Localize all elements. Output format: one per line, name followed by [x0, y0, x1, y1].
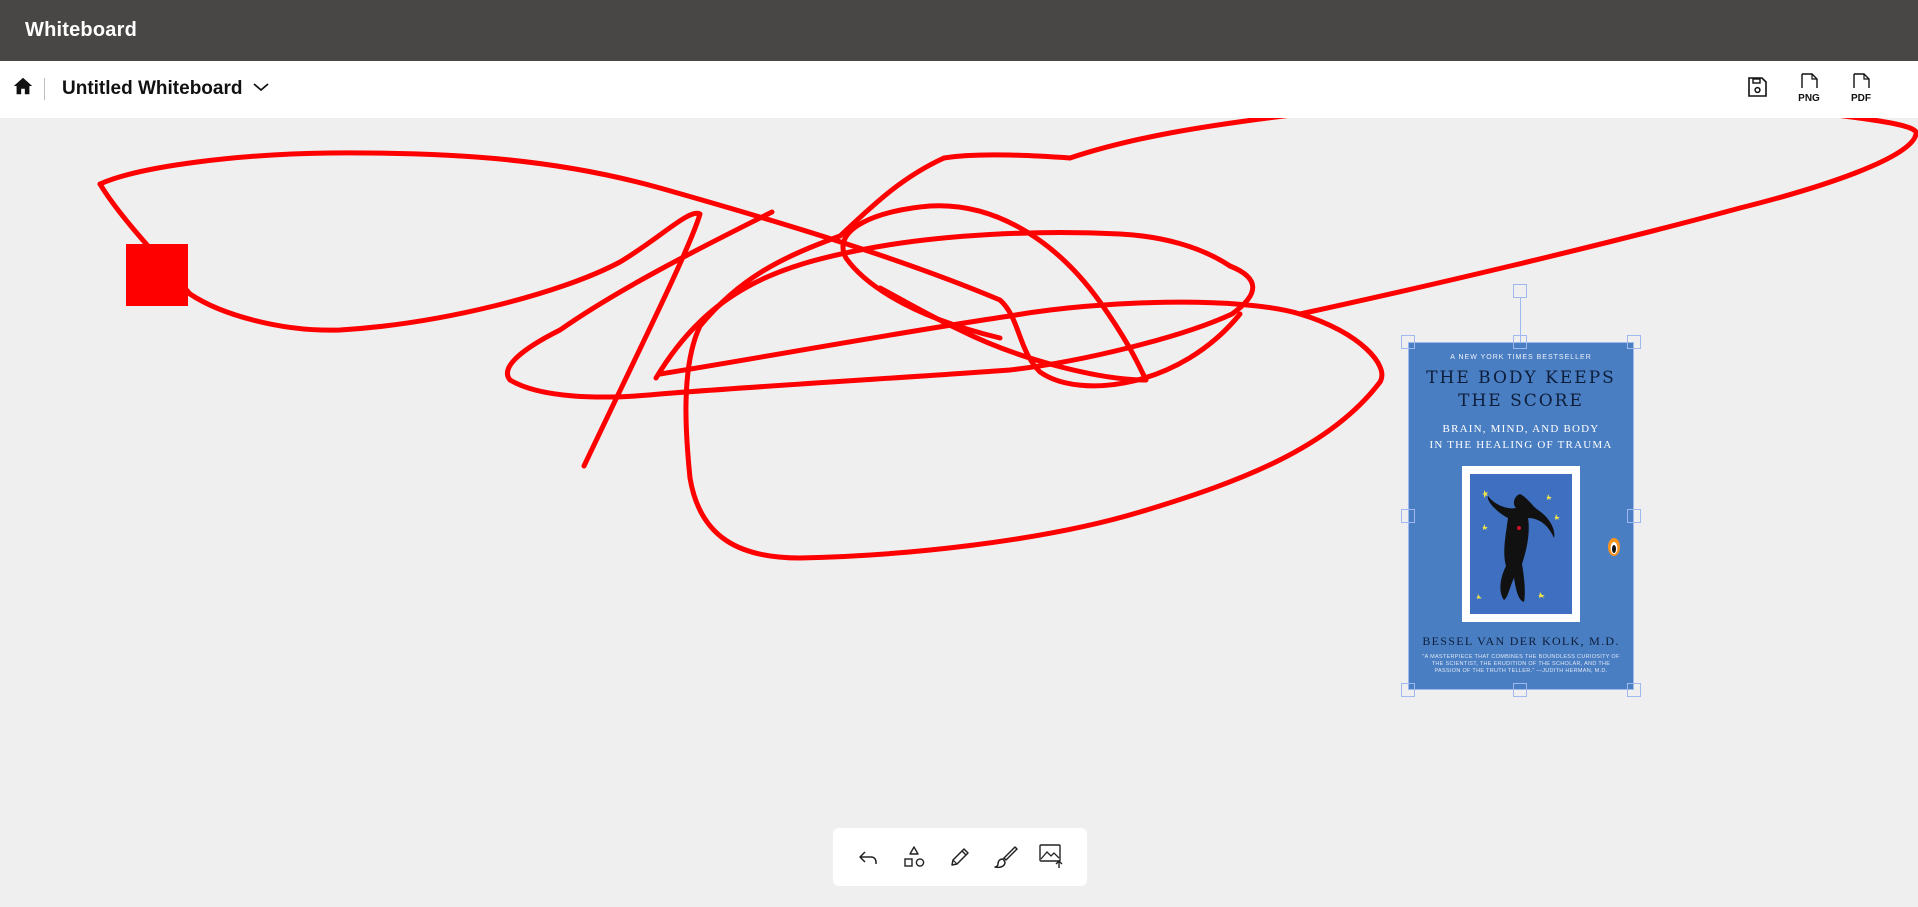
home-icon	[12, 75, 34, 102]
cover-artwork-panel	[1470, 474, 1572, 614]
shapes-icon	[904, 846, 925, 867]
book-cover-image[interactable]: A NEW YORK TIMES BESTSELLER THE BODY KEE…	[1408, 342, 1634, 690]
export-png-button[interactable]: PNG	[1794, 73, 1824, 105]
export-pdf-button[interactable]: PDF	[1846, 73, 1876, 105]
resize-handle-bottom[interactable]	[1513, 683, 1527, 697]
save-icon	[1745, 75, 1769, 104]
top-toolbar: Untitled Whiteboard PNG PDF	[0, 61, 1918, 118]
resize-handle-bottom-left[interactable]	[1401, 683, 1415, 697]
undo-icon	[859, 851, 877, 864]
publisher-logo	[1608, 538, 1620, 556]
png-label: PNG	[1798, 93, 1820, 104]
resize-handle-top-right[interactable]	[1627, 335, 1641, 349]
chevron-down-icon	[252, 80, 270, 98]
home-button[interactable]	[10, 75, 36, 101]
cover-title-line-2: THE SCORE	[1458, 391, 1584, 411]
rotate-handle[interactable]	[1513, 284, 1527, 298]
rectangle-shape[interactable]	[126, 244, 188, 306]
cover-subtitle-line-1: BRAIN, MIND, AND BODY	[1442, 423, 1600, 435]
document-title-menu[interactable]: Untitled Whiteboard	[62, 76, 270, 102]
dancing-figure-illustration	[1476, 490, 1560, 602]
brush-button[interactable]	[988, 839, 1024, 875]
brush-icon	[994, 846, 1018, 869]
cover-blurb: "A MASTERPIECE THAT COMBINES THE BOUNDLE…	[1422, 654, 1620, 674]
resize-handle-top-left[interactable]	[1401, 335, 1415, 349]
undo-button[interactable]	[850, 839, 886, 875]
document-title: Untitled Whiteboard	[62, 78, 243, 99]
export-group: PNG PDF	[1742, 73, 1876, 105]
whiteboard-canvas[interactable]: A NEW YORK TIMES BESTSELLER THE BODY KEE…	[0, 118, 1918, 907]
resize-handle-bottom-right[interactable]	[1627, 683, 1641, 697]
cover-artwork	[1462, 466, 1580, 622]
app-title-bar: Whiteboard	[0, 0, 1918, 61]
shapes-button[interactable]	[896, 839, 932, 875]
image-upload-button[interactable]	[1034, 839, 1070, 875]
toolbar-divider	[44, 78, 45, 100]
pencil-button[interactable]	[942, 839, 978, 875]
app-title: Whiteboard	[25, 19, 137, 41]
cover-top-line: A NEW YORK TIMES BESTSELLER	[1450, 354, 1592, 361]
cover-subtitle-line-2: IN THE HEALING OF TRAUMA	[1429, 439, 1613, 451]
pencil-icon	[951, 848, 969, 866]
freehand-stroke[interactable]	[97, 150, 1243, 389]
resize-handle-top[interactable]	[1513, 335, 1527, 349]
cover-title-line-1: THE BODY KEEPS	[1426, 368, 1616, 388]
cover-author: BESSEL VAN DER KOLK, M.D.	[1422, 634, 1620, 648]
cover-title: THE BODY KEEPS THE SCORE	[1408, 367, 1634, 413]
pdf-label: PDF	[1851, 93, 1871, 104]
file-png-icon: PNG	[1798, 73, 1820, 104]
drawing-toolbar	[833, 828, 1087, 886]
resize-handle-left[interactable]	[1401, 509, 1415, 523]
file-pdf-icon: PDF	[1851, 73, 1871, 104]
resize-handle-right[interactable]	[1627, 509, 1641, 523]
freehand-stroke[interactable]	[97, 181, 703, 469]
image-upload-icon	[1039, 844, 1063, 868]
cover-subtitle: BRAIN, MIND, AND BODY IN THE HEALING OF …	[1408, 421, 1634, 453]
freehand-stroke[interactable]	[653, 230, 1233, 381]
save-button[interactable]	[1742, 73, 1772, 105]
